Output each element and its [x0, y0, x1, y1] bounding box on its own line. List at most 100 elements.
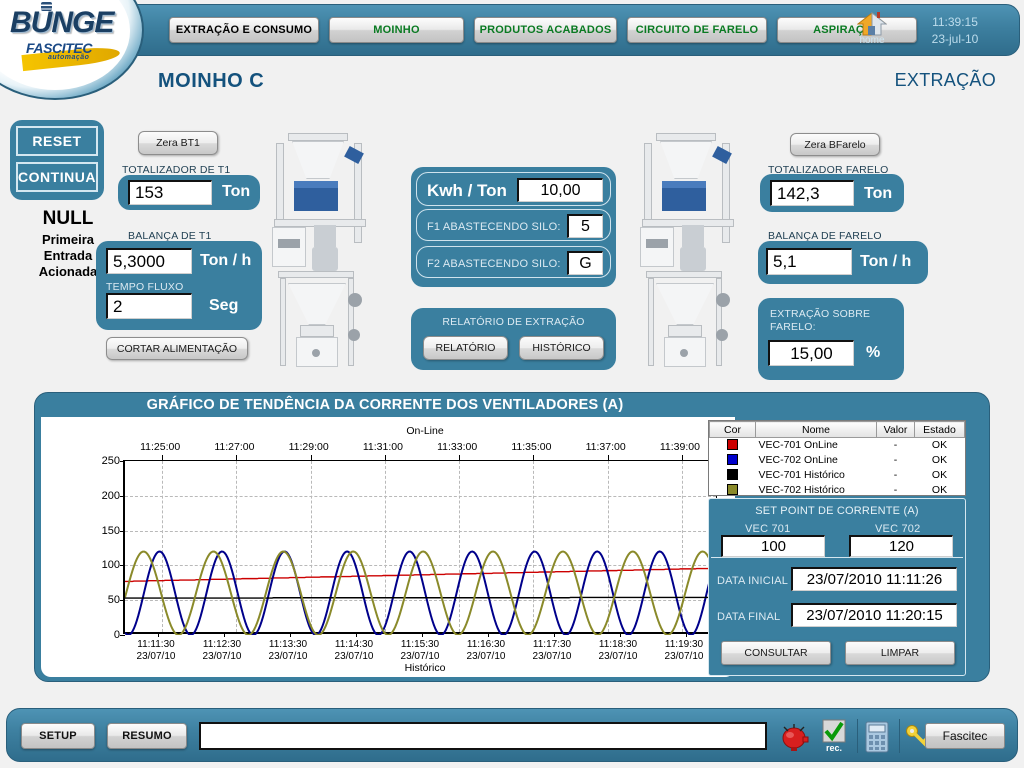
legend-color-cell — [710, 483, 756, 496]
setup-button[interactable]: SETUP — [21, 723, 95, 749]
machine-graphic-right — [630, 133, 762, 378]
legend-color-cell — [710, 453, 756, 468]
data-inicial-value[interactable]: 23/07/2010 11:11:26 — [791, 567, 957, 591]
continua-button[interactable]: CONTINUA — [16, 162, 98, 192]
chart-bottom-tick-label: 11:17:30 23/07/10 — [533, 639, 572, 663]
nav-button-circuito-de-farelo[interactable]: CIRCUITO DE FARELO — [627, 17, 767, 43]
setpoint-title: SET POINT DE CORRENTE (A) — [755, 505, 919, 517]
chart-top-tick-label: 11:35:00 — [511, 441, 552, 453]
bunge-logo-mark — [41, 2, 52, 11]
chart-top-tick-label: 11:39:00 — [659, 441, 700, 453]
chart-series-vec-701-hist-rico — [125, 596, 719, 599]
chart-bottom-tick-date: 23/07/10 — [136, 651, 176, 662]
zero-bfarelo-button[interactable]: Zera BFarelo — [790, 133, 880, 156]
legend-row[interactable]: VEC-701 OnLine - OK — [710, 438, 965, 453]
data-final-value[interactable]: 23/07/2010 11:20:15 — [791, 603, 957, 627]
page-subtitle: EXTRAÇÃO — [894, 70, 996, 90]
legend-name-cell: VEC-702 Histórico — [758, 484, 845, 496]
chart-y-tick-mark — [120, 635, 125, 636]
balanca-t1-value[interactable]: 5,3000 — [106, 248, 192, 274]
chart-bottom-tick-label: 11:16:30 23/07/10 — [467, 639, 506, 663]
extracao-label-line1: EXTRAÇÃO SOBRE — [770, 308, 871, 320]
tempo-fluxo-unit: Seg — [209, 297, 239, 314]
chart-top-tick-label: 11:31:00 — [362, 441, 403, 453]
home-button[interactable]: home — [847, 11, 897, 53]
top-navigation-bar: EXTRAÇÃO E CONSUMO MOINHO PRODUTOS ACABA… — [104, 4, 1020, 56]
fascitec-logo-subtext: automação — [48, 54, 90, 61]
kwh-row: Kwh / Ton 10,00 — [416, 172, 611, 206]
nav-button-moinho[interactable]: MOINHO — [329, 17, 464, 43]
record-toggle-button[interactable]: rec. — [819, 719, 849, 755]
extracao-sobre-farelo-panel: EXTRAÇÃO SOBRE FARELO: 15,00 % — [758, 298, 904, 380]
legend-row[interactable]: VEC-702 Histórico - OK — [710, 483, 965, 496]
hmi-screen: EXTRAÇÃO E CONSUMO MOINHO PRODUTOS ACABA… — [0, 0, 1024, 768]
fascitec-button[interactable]: Fascitec — [925, 723, 1005, 749]
alarm-bell-button[interactable] — [779, 721, 811, 753]
chart-bottom-tick-label: 11:11:30 23/07/10 — [137, 639, 176, 663]
chart-historico-axis-label: Histórico — [404, 662, 446, 674]
reset-button[interactable]: RESET — [16, 126, 98, 156]
home-icon — [857, 11, 887, 36]
legend-header-estado: Estado — [914, 421, 965, 438]
chart-series-vec-702-online — [125, 550, 719, 635]
balanca-t1-panel: 5,3000 Ton / h TEMPO FLUXO 2 Seg — [96, 241, 262, 330]
chart-top-tick-label: 11:33:00 — [437, 441, 478, 453]
reset-continua-panel: RESET CONTINUA — [10, 120, 104, 200]
chart-bottom-tick-date: 23/07/10 — [598, 651, 638, 662]
resumo-button[interactable]: RESUMO — [107, 723, 187, 749]
totalizador-farelo-value[interactable]: 142,3 — [770, 180, 854, 206]
totalizador-t1-value[interactable]: 153 — [128, 180, 212, 205]
message-field[interactable] — [199, 722, 767, 750]
legend-name-cell: VEC-701 OnLine — [758, 439, 838, 452]
bottom-status-bar: SETUP RESUMO rec. Fascitec — [6, 708, 1018, 762]
chart-top-tick-label: 11:27:00 — [214, 441, 255, 453]
relatorio-button[interactable]: RELATÓRIO — [423, 336, 508, 360]
historico-button[interactable]: HISTÓRICO — [519, 336, 604, 360]
nav-button-extracao-e-consumo[interactable]: EXTRAÇÃO E CONSUMO — [169, 17, 319, 43]
chart-bottom-tick-time: 11:19:30 — [664, 639, 704, 650]
f1-value[interactable]: 5 — [567, 214, 603, 238]
f2-value[interactable]: G — [567, 251, 603, 275]
chart-bottom-tick-label: 11:13:30 23/07/10 — [269, 639, 308, 663]
tempo-fluxo-value[interactable]: 2 — [106, 293, 192, 319]
balanca-farelo-panel: 5,1 Ton / h — [758, 241, 928, 284]
chart-plot-area: 0 50 100 150 200 250 — [102, 455, 719, 641]
consultar-button[interactable]: CONSULTAR — [721, 641, 831, 665]
calculator-button[interactable] — [865, 721, 893, 753]
legend-name-cell: VEC-701 Histórico — [758, 469, 845, 481]
chart-bottom-tick-label: 11:18:30 23/07/10 — [599, 639, 638, 663]
extracao-label-line2: FARELO: — [770, 321, 816, 333]
balanca-t1-unit: Ton / h — [200, 252, 252, 269]
chart-title: GRÁFICO DE TENDÊNCIA DA CORRENTE DOS VEN… — [146, 397, 624, 413]
vec702-setpoint-value[interactable]: 120 — [849, 535, 953, 557]
nav-button-produtos-acabados[interactable]: PRODUTOS ACABADOS — [474, 17, 617, 43]
chart-bottom-tick-date: 23/07/10 — [334, 651, 374, 662]
totalizador-farelo-unit: Ton — [864, 185, 893, 202]
balanca-farelo-value[interactable]: 5,1 — [766, 248, 852, 275]
legend-state-cell: OK — [931, 484, 948, 496]
chart-bottom-tick-time: 11:12:30 — [202, 639, 242, 650]
legend-header-row: Cor Nome Valor Estado — [709, 421, 965, 438]
zero-bt1-button[interactable]: Zera BT1 — [138, 131, 218, 155]
limpar-button[interactable]: LIMPAR — [845, 641, 955, 665]
totalizador-t1-unit: Ton — [222, 183, 251, 200]
chart-bottom-tick-date: 23/07/10 — [532, 651, 572, 662]
vec701-setpoint-value[interactable]: 100 — [721, 535, 825, 557]
legend-value-cell: - — [893, 469, 898, 481]
chart-top-tick-label: 11:37:00 — [585, 441, 626, 453]
chart-bottom-tick-time: 11:11:30 — [137, 639, 175, 650]
cortar-alimentacao-button[interactable]: CORTAR ALIMENTAÇÃO — [106, 337, 248, 360]
chart-bottom-tick-time: 11:18:30 — [598, 639, 638, 650]
legend-row[interactable]: VEC-701 Histórico - OK — [710, 468, 965, 483]
vec702-label: VEC 702 — [875, 523, 921, 535]
legend-color-cell — [710, 438, 756, 453]
report-panel: RELATÓRIO DE EXTRAÇÃO RELATÓRIO HISTÓRIC… — [411, 308, 616, 370]
kwh-value[interactable]: 10,00 — [517, 178, 603, 202]
legend-row[interactable]: VEC-702 OnLine - OK — [710, 453, 965, 468]
tempo-fluxo-label: TEMPO FLUXO — [106, 281, 184, 293]
f2-row: F2 ABASTECENDO SILO: G — [416, 246, 611, 278]
extracao-value[interactable]: 15,00 — [768, 340, 854, 366]
f1-row: F1 ABASTECENDO SILO: 5 — [416, 209, 611, 241]
chart-legend-table[interactable]: Cor Nome Valor Estado VEC-701 OnLine - OK V… — [708, 420, 966, 496]
check-icon — [822, 719, 846, 743]
